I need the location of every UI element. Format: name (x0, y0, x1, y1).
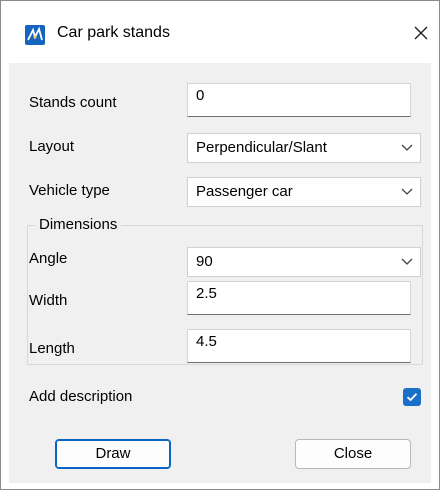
width-input[interactable]: 2.5 (187, 281, 411, 315)
app-logo-icon (25, 25, 45, 45)
layout-selected-value: Perpendicular/Slant (196, 139, 327, 156)
close-button[interactable]: Close (295, 439, 411, 469)
stands-count-input[interactable]: 0 (187, 83, 411, 117)
add-description-label: Add description (29, 388, 133, 405)
add-description-checkbox[interactable] (403, 388, 421, 406)
checkmark-icon (406, 393, 418, 402)
chevron-down-icon (401, 188, 413, 195)
vehicle-type-label: Vehicle type (29, 182, 110, 199)
dialog-content: Stands count 0 Layout Perpendicular/Slan… (9, 63, 431, 483)
vehicle-type-select[interactable]: Passenger car (187, 177, 421, 207)
draw-button[interactable]: Draw (55, 439, 171, 469)
window-title: Car park stands (57, 24, 170, 41)
vehicle-type-selected-value: Passenger car (196, 183, 293, 200)
layout-label: Layout (29, 138, 75, 155)
chevron-down-icon (401, 144, 413, 151)
width-label: Width (29, 292, 68, 309)
angle-label: Angle (29, 250, 68, 267)
length-label: Length (29, 340, 75, 357)
car-park-stands-dialog: Car park stands Stands count 0 Layout Pe… (0, 0, 440, 490)
layout-select[interactable]: Perpendicular/Slant (187, 133, 421, 163)
stands-count-label: Stands count (29, 94, 117, 111)
chevron-down-icon (401, 258, 413, 265)
title-bar: Car park stands (1, 1, 439, 63)
angle-select[interactable]: 90 (187, 247, 421, 277)
angle-selected-value: 90 (196, 253, 213, 270)
dimensions-group-title: Dimensions (35, 215, 122, 235)
close-icon[interactable] (407, 19, 435, 47)
length-input[interactable]: 4.5 (187, 329, 411, 363)
